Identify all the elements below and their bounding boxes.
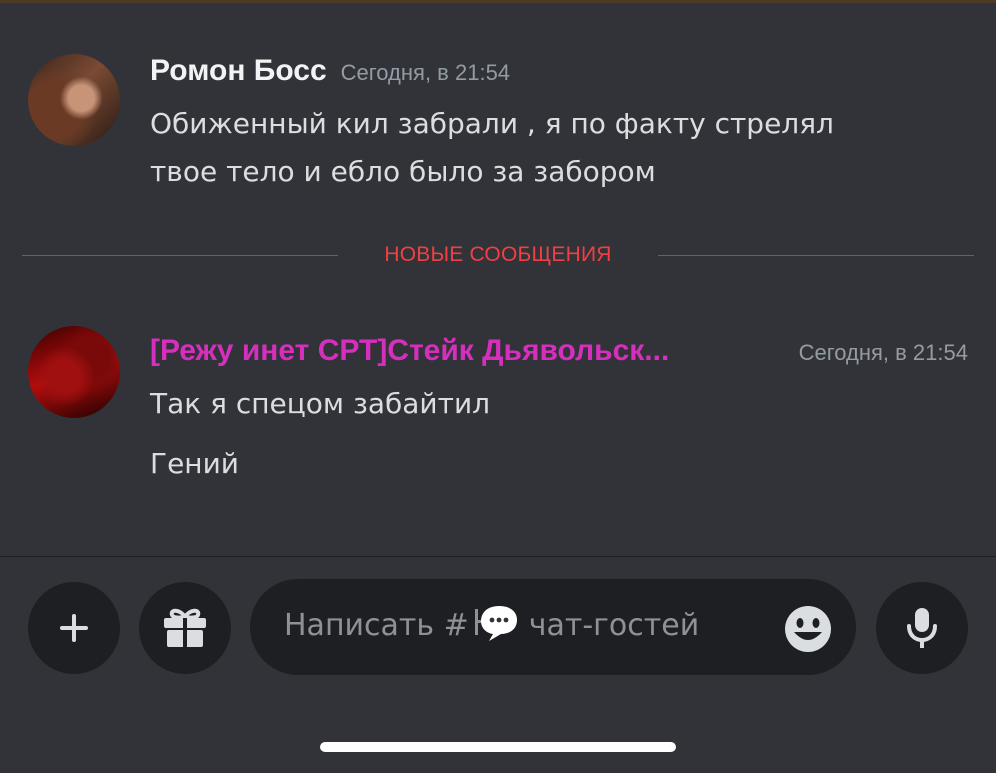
gift-icon bbox=[164, 608, 206, 647]
message-line: Обиженный кил забрали , я по факту стрел… bbox=[150, 107, 834, 140]
emoji-icon bbox=[785, 606, 831, 652]
message-text: Обиженный кил забрали , я по факту стрел… bbox=[150, 100, 950, 196]
divider-label: НОВЫЕ СООБЩЕНИЯ bbox=[384, 243, 612, 266]
message-header: Ромон Босс Сегодня, в 21:54 bbox=[150, 54, 510, 88]
avatar[interactable] bbox=[28, 326, 120, 418]
avatar[interactable] bbox=[28, 54, 120, 146]
message-text: Гений bbox=[150, 440, 950, 488]
message-timestamp: Сегодня, в 21:54 bbox=[798, 340, 968, 365]
author-name[interactable]: Ромон Босс bbox=[150, 54, 327, 87]
message-line: Так я спецом забайтил bbox=[150, 387, 491, 420]
voice-message-button[interactable] bbox=[876, 582, 968, 674]
message-input-placeholder: Написать # чат-гостей bbox=[284, 606, 700, 643]
channel-forum-icon bbox=[474, 606, 517, 643]
microphone-icon bbox=[907, 608, 937, 648]
message-list[interactable]: Ромон Босс Сегодня, в 21:54 Обиженный кил… bbox=[0, 0, 996, 556]
chat-screen: Ромон Босс Сегодня, в 21:54 Обиженный кил… bbox=[0, 0, 996, 773]
message-text: Так я спецом забайтил bbox=[150, 380, 950, 428]
home-indicator[interactable] bbox=[320, 742, 676, 752]
placeholder-prefix: Написать # bbox=[284, 607, 469, 643]
message-line: твое тело и ебло было за забором bbox=[150, 155, 656, 188]
message-timestamp: Сегодня, в 21:54 bbox=[340, 60, 511, 85]
add-attachment-button[interactable] bbox=[28, 582, 120, 674]
gift-button[interactable] bbox=[139, 582, 231, 674]
author-name[interactable]: [Режу инет СРТ]Стейк Дьявольск... bbox=[150, 334, 669, 367]
message-line: Гений bbox=[150, 447, 240, 480]
placeholder-channel: чат-гостей bbox=[528, 607, 700, 643]
plus-icon bbox=[60, 614, 88, 642]
emoji-button[interactable] bbox=[783, 604, 833, 654]
message-header: [Режу инет СРТ]Стейк Дьявольск... bbox=[150, 334, 669, 368]
